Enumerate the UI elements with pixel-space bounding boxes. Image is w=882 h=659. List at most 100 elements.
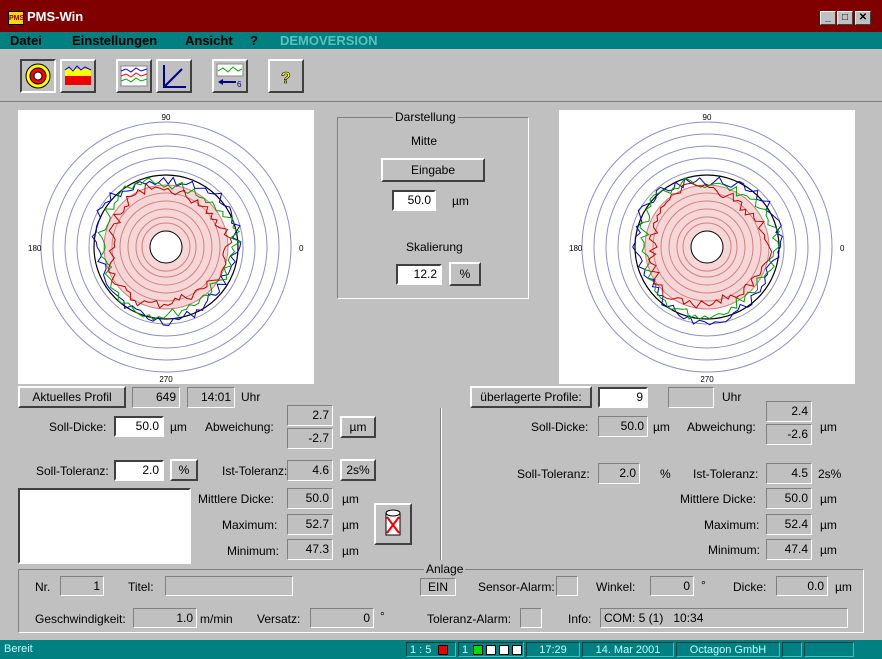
right-ist-toleranz-label: Ist-Toleranz: [693,467,759,481]
angle-label-90: 90 [703,113,712,122]
versatz-label: Versatz: [257,612,301,626]
off-led-icon [512,645,523,656]
aktuelles-profil-button[interactable]: Aktuelles Profil [18,386,126,408]
left-mittlere-value: 50.0 [287,488,333,509]
skalierung-unit-button[interactable]: % [449,262,481,286]
geschwindigkeit-unit: m/min [200,612,233,626]
left-abweichung-minus: -2.7 [287,428,333,449]
right-polar-chart: 90 180 0 270 [559,110,855,384]
trend-view-button[interactable] [156,59,192,93]
right-minimum-unit: µm [820,543,837,557]
skalierung-label: Skalierung [406,240,463,254]
angle-label-180: 180 [569,244,583,253]
left-maximum-unit: µm [342,518,359,532]
profile-count-input[interactable]: 9 [598,387,648,408]
left-mittlere-label: Mittlere Dicke: [198,492,275,506]
angle-label-180: 180 [28,244,42,253]
waterfall-view-button[interactable] [116,59,152,93]
profile-nr-value: 649 [132,387,180,408]
panel-divider [440,408,442,560]
left-soll-toleranz-input[interactable]: 2.0 [114,460,164,481]
right-soll-dicke-unit: µm [653,420,670,434]
help-button[interactable]: ? [268,59,304,93]
menu-ansicht[interactable]: Ansicht [185,32,233,49]
waterfall-icon [120,65,148,87]
left-soll-dicke-label: Soll-Dicke: [49,420,107,434]
status-empty-cell [782,642,802,657]
center-hole [690,230,724,264]
status-empty-cell [804,642,854,657]
right-mittlere-value: 50.0 [766,488,812,509]
off-led-icon [486,645,497,656]
clear-button[interactable] [374,503,412,545]
axes-icon [163,65,186,88]
status-time: 17:29 [526,642,580,657]
angle-label-0: 0 [299,244,304,253]
polar-grid [40,121,292,373]
history-icon: 6 [216,63,244,89]
title-bar: PMS PMS-Win _ □ ✕ [0,0,882,32]
right-abweichung-unit: µm [820,420,837,434]
geschwindigkeit-value: 1.0 [133,608,197,628]
info-label: Info: [568,612,592,626]
maximize-icon[interactable]: □ [837,11,853,25]
left-minimum-label: Minimum: [227,544,280,558]
left-mittlere-unit: µm [342,492,359,506]
minimize-icon[interactable]: _ [820,11,836,25]
right-soll-toleranz-unit: % [660,467,671,481]
nr-value: 1 [60,576,104,596]
menu-help[interactable]: ? [250,32,258,49]
right-polar-svg: 90 180 0 270 [569,113,845,384]
app-icon: PMS [8,11,24,25]
angle-label-270: 270 [159,375,173,384]
versatz-value: 0 [310,608,374,628]
right-abweichung-minus: -2.6 [766,424,812,445]
right-soll-toleranz-label: Soll-Toleranz: [517,467,590,481]
left-ist-toleranz-unit-button[interactable]: 2s% [340,459,376,481]
mitte-label: Mitte [411,134,438,148]
right-time-unit: Uhr [722,390,742,404]
polar-grid [581,121,833,373]
left-soll-toleranz-unit-button[interactable]: % [170,459,198,481]
left-soll-dicke-input[interactable]: 50.0 [114,416,164,437]
history-button[interactable]: 6 [212,59,248,93]
mitte-unit: µm [452,194,469,208]
left-abweichung-unit-button[interactable]: µm [340,416,376,438]
trash-icon [385,509,401,536]
status-channel-cell: 1 [458,642,524,657]
close-icon[interactable]: ✕ [855,11,871,25]
left-time-value: 14:01 [187,387,235,408]
titel-value [165,576,293,596]
ein-indicator: EIN [420,578,456,596]
sensor-alarm-label: Sensor-Alarm: [478,580,555,594]
toleranz-alarm-indicator [520,608,542,628]
mitte-input[interactable]: 50.0 [392,190,436,211]
bar-chart-icon [64,65,92,85]
right-soll-dicke-label: Soll-Dicke: [531,420,589,434]
question-icon: ? [281,70,291,88]
toolbar: 6 ? [0,49,882,102]
bar-view-button[interactable] [60,59,96,93]
right-mittlere-label: Mittlere Dicke: [680,492,757,506]
skalierung-input[interactable]: 12.2 [396,264,442,285]
menu-einstellungen[interactable]: Einstellungen [72,32,157,49]
left-abweichung-label: Abweichung: [205,420,274,434]
red-led-icon [438,645,449,656]
eingabe-button[interactable]: Eingabe [381,158,485,182]
status-ratio: 1 : 5 [410,644,432,656]
dicke-value: 0.0 [776,576,828,596]
winkel-unit: ° [701,578,706,592]
ueberlagerte-profile-button[interactable]: überlagerte Profile: [470,386,592,408]
target-icon [25,63,51,89]
left-polar-chart: 90 180 0 270 [18,110,314,384]
menu-datei[interactable]: Datei [10,32,42,49]
off-led-icon [499,645,510,656]
titel-label: Titel: [128,580,154,594]
right-minimum-label: Minimum: [708,543,761,557]
left-minimum-value: 47.3 [287,539,333,560]
polar-view-button[interactable] [20,59,56,93]
left-notes-box[interactable] [18,488,191,564]
dicke-unit: µm [835,580,852,594]
sensor-alarm-indicator [556,576,578,596]
anlage-label: Anlage [424,562,466,576]
